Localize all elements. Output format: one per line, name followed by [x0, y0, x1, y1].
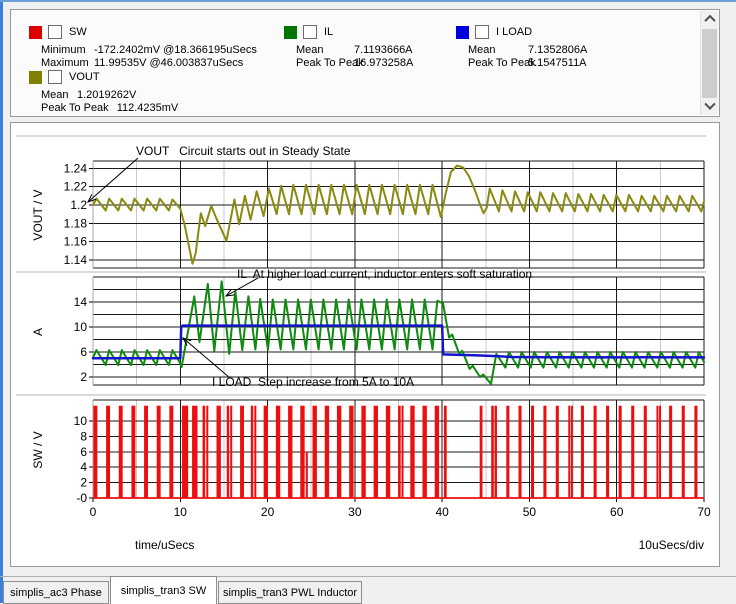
sw-label: SW — [69, 26, 87, 38]
il-peaktopeak-row: Peak To Peak 16.973258A — [296, 57, 414, 69]
sw-checkbox[interactable] — [48, 25, 62, 39]
scrollbar-thumb[interactable] — [702, 29, 717, 98]
legend-panel: SW Minimum -172.2402mV @18.366195uSecs M… — [10, 9, 720, 117]
iload-checkbox[interactable] — [475, 25, 489, 39]
iload-mean-row: Mean 7.1352806A — [468, 44, 588, 56]
iload-label: I LOAD — [496, 26, 533, 38]
sw-minimum-row: Minimum -172.2402mV @18.366195uSecs — [41, 44, 257, 56]
x-axis-label: time/uSecs — [135, 538, 195, 552]
vout-peaktopeak-row: Peak To Peak 112.4235mV — [41, 102, 179, 114]
legend-signal-sw: SW Minimum -172.2402mV @18.366195uSecs M… — [29, 25, 257, 70]
sw-color-swatch — [29, 25, 42, 39]
annotation-il-soft-saturation: IL At higher load current, inductor ente… — [237, 267, 533, 281]
iload-color-swatch — [456, 25, 469, 39]
scroll-down-button[interactable] — [701, 98, 718, 115]
waveform-viewer-window: { "legend": { "signals": [ {"name":"SW",… — [0, 0, 736, 604]
legend-scrollbar[interactable] — [700, 11, 718, 115]
il-mean-row: Mean 7.1193666A — [296, 44, 413, 56]
chevron-down-icon — [703, 98, 716, 110]
window-frame-top — [0, 0, 736, 2]
il-label: IL — [324, 26, 334, 38]
window-frame-left — [0, 0, 3, 603]
chevron-up-icon — [703, 14, 716, 27]
vout-checkbox[interactable] — [48, 70, 62, 84]
tab-simplis-tran3-sw[interactable]: simplis_tran3 SW — [110, 576, 217, 604]
annotation-iload-step: I LOAD Step increase from 5A to 10A — [212, 375, 415, 389]
plot3-y-axis-title: SW / V — [31, 431, 45, 469]
plot2-y-axis-title: A — [31, 328, 45, 337]
il-color-swatch — [284, 25, 297, 39]
tab-simplis-ac3-phase[interactable]: simplis_ac3 Phase — [3, 581, 109, 604]
sw-maximum-row: Maximum 11.99535V @46.003837uSecs — [41, 57, 244, 69]
plot-panel[interactable] — [10, 122, 720, 567]
annotation-vout-steady-state: VOUT Circuit starts out in Steady State — [136, 144, 351, 158]
scroll-up-button[interactable] — [701, 11, 718, 27]
legend-signal-iload: I LOAD Mean 7.1352806A Peak To Peak 5.15… — [456, 25, 587, 70]
legend-signal-il: IL Mean 7.1193666A Peak To Peak 16.97325… — [284, 25, 413, 70]
iload-peaktopeak-row: Peak To Peak 5.1547511A — [468, 57, 587, 69]
legend-signal-vout: VOUT Mean 1.2019262V Peak To Peak 112.42… — [29, 70, 178, 115]
tab-simplis-tran3-pwl-inductor[interactable]: simplis_tran3 PWL Inductor — [218, 581, 362, 604]
x-axis-div-label: 10uSecs/div — [638, 538, 704, 552]
vout-mean-row: Mean 1.2019262V — [41, 89, 137, 101]
il-checkbox[interactable] — [303, 25, 317, 39]
vout-color-swatch — [29, 70, 42, 84]
vout-label: VOUT — [69, 71, 100, 83]
plot1-y-axis-title: VOUT / V — [31, 189, 45, 241]
